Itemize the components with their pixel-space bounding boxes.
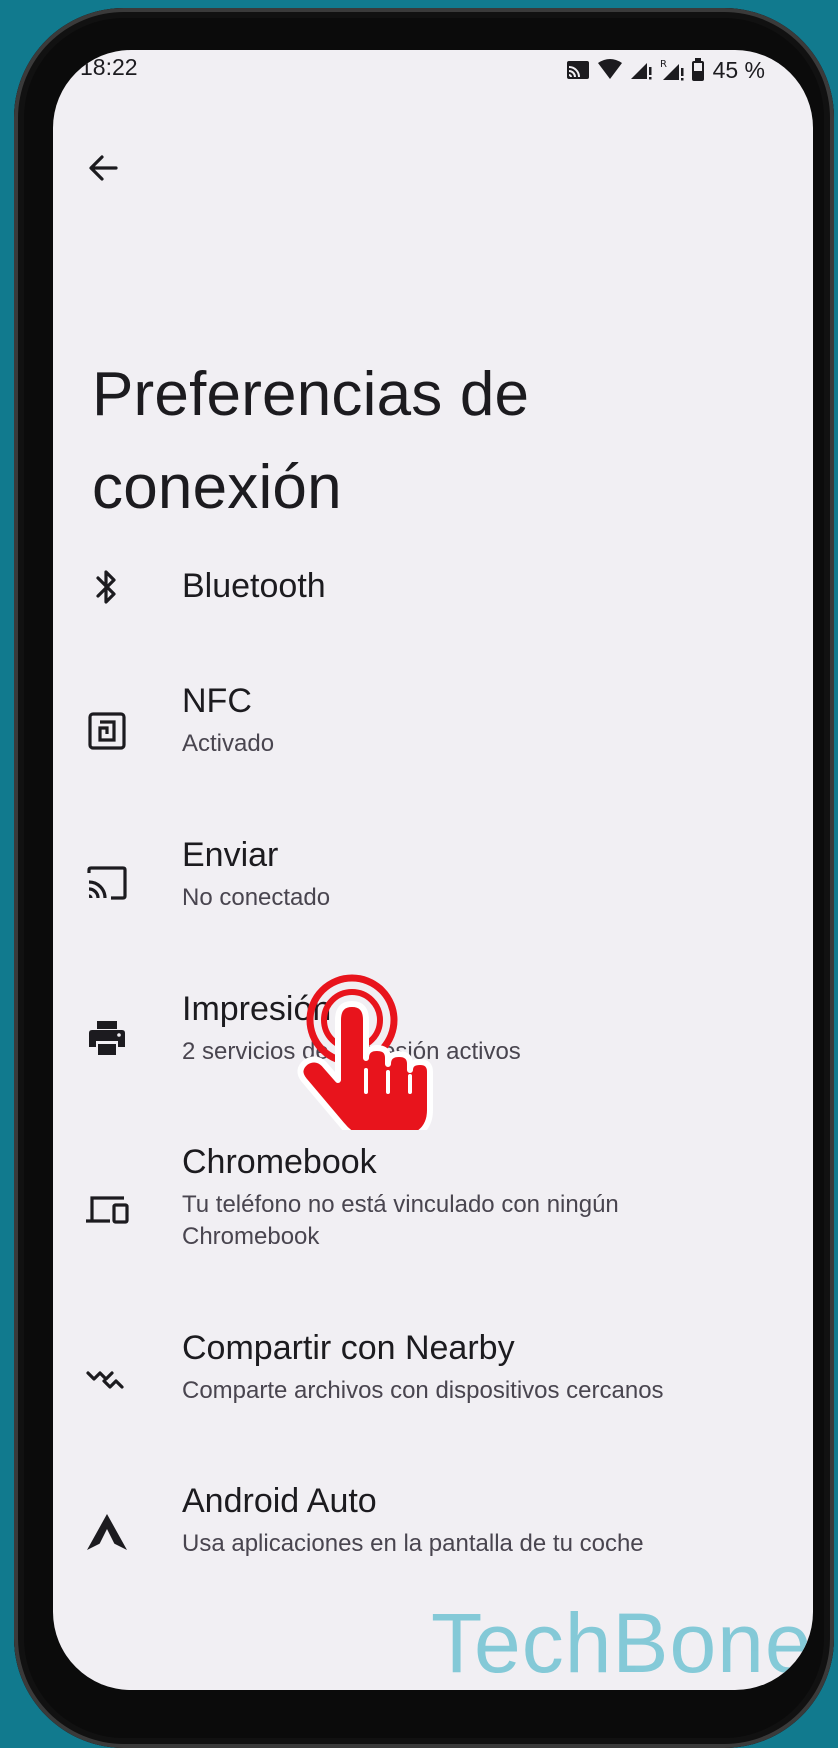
item-summary: Comparte archivos con dispositivos cerca…: [182, 1377, 664, 1404]
arrow-back-icon: [89, 155, 118, 181]
wifi-icon: [597, 59, 622, 79]
item-summary: Usa aplicaciones en la pantalla de tu co…: [182, 1530, 644, 1557]
status-bar: 18:22 R 45 %: [53, 50, 813, 90]
page-title: Preferencias de conexión: [92, 360, 530, 522]
nfc-icon: [83, 707, 131, 755]
nearby-share-icon: [83, 1354, 131, 1402]
android-auto-icon: [83, 1508, 131, 1556]
phone-screen: 18:22 R 45 % Preferencias de conexión Bl…: [53, 50, 813, 1690]
devices-icon: [83, 1186, 131, 1234]
status-icons: R 45 %: [565, 56, 765, 84]
settings-item-nfc[interactable]: NFC Activado: [53, 680, 813, 800]
bluetooth-icon: [83, 563, 131, 611]
cast-icon: [83, 859, 131, 907]
battery-icon: [691, 58, 704, 81]
signal-roaming-icon: R: [660, 59, 684, 81]
item-summary: Activado: [182, 730, 275, 757]
settings-item-bluetooth[interactable]: Bluetooth: [53, 565, 813, 665]
settings-item-printing[interactable]: Impresión 2 servicios de impresión activ…: [53, 988, 813, 1108]
settings-item-android-auto[interactable]: Android Auto Usa aplicaciones en la pant…: [53, 1480, 813, 1600]
item-title: Compartir con Nearby: [182, 1329, 515, 1367]
item-title: Chromebook: [182, 1143, 377, 1181]
status-time: 18:22: [80, 54, 138, 80]
signal-icon: [630, 63, 652, 80]
svg-text:R: R: [660, 59, 667, 70]
watermark: TechBone: [431, 1596, 813, 1690]
item-summary: No conectado: [182, 884, 331, 911]
settings-item-nearby-share[interactable]: Compartir con Nearby Comparte archivos c…: [53, 1327, 813, 1447]
item-summary: 2 servicios de impresión activos: [182, 1038, 521, 1065]
item-title: Bluetooth: [182, 567, 326, 605]
printer-icon: [83, 1014, 131, 1062]
settings-item-cast[interactable]: Enviar No conectado: [53, 834, 813, 954]
item-title: NFC: [182, 682, 252, 720]
battery-percentage: 45 %: [712, 56, 765, 83]
item-title: Impresión: [182, 990, 332, 1028]
item-summary: Tu teléfono no está vinculado con ningún…: [182, 1191, 619, 1250]
settings-item-chromebook[interactable]: Chromebook Tu teléfono no está vinculado…: [53, 1141, 813, 1291]
cast-icon: [566, 61, 589, 79]
back-button[interactable]: [75, 140, 131, 196]
item-title: Android Auto: [182, 1482, 377, 1520]
item-title: Enviar: [182, 836, 279, 874]
